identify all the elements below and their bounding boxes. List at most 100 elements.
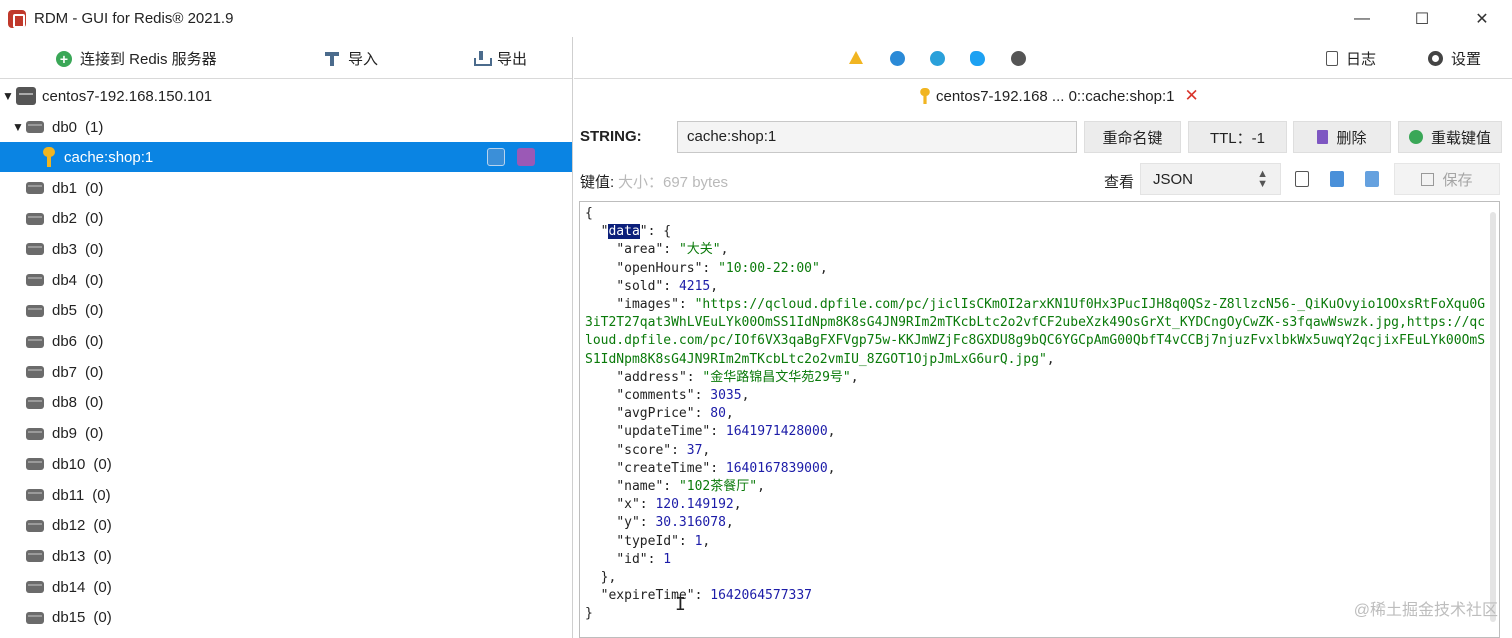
db-node[interactable]: db8 (0) [0,388,572,418]
help-icon[interactable] [890,51,905,66]
code-line: "updateTime": 1641971428000, [585,424,836,440]
json-value: "大关" [678,242,721,258]
code-line: "sold": 4215, [585,278,719,294]
json-key: score [624,442,664,458]
copy-key-icon[interactable] [487,148,505,166]
save-button[interactable]: 保存 [1394,163,1500,195]
value-size: 大小：697 bytes [618,174,729,191]
json-open-brace: { [585,206,593,221]
db-name: db6 [52,333,78,350]
delete-key-icon[interactable] [517,148,535,166]
import-button[interactable]: 导入 [324,48,378,69]
code-line: "createTime": 1640167839000, [585,460,836,476]
db-key-count: (0) [85,302,104,320]
db-key-count: (0) [85,363,104,381]
db-node[interactable]: db4 (0) [0,265,572,295]
database-icon [26,182,44,194]
db-key-count: (0) [93,517,112,535]
database-icon [26,212,44,225]
db-node[interactable]: db15 (0) [0,603,572,633]
db-key-count: (0) [92,486,111,504]
db-node[interactable]: db13 (0) [0,541,572,571]
code-format-icon[interactable] [1330,171,1344,187]
database-icon [26,121,44,133]
db-name: db9 [52,425,78,443]
database-icon [26,366,44,379]
export-button[interactable]: 导出 [473,48,527,69]
view-format-select[interactable]: JSON ▲ ▼ [1140,163,1281,195]
database-icon [26,243,44,256]
json-value: "10:00-22:00" [718,260,820,276]
db-node[interactable]: db12 (0) [0,511,572,541]
tab-label: centos7-192.168 ... 0::cache:shop:1 [936,87,1175,105]
key-tab[interactable]: centos7-192.168 ... 0::cache:shop:1 ✕ [918,86,1199,106]
json-value: "金华路锦昌文华苑29号" [702,369,851,385]
telegram-icon[interactable] [930,51,945,66]
watermark: @稀土掘金技术社区 [1353,602,1498,619]
ttl-button[interactable]: TTL：-1 [1188,121,1287,153]
server-node[interactable]: ▼ centos7-192.168.150.101 [0,81,572,111]
save-icon [1421,172,1435,186]
close-tab-icon[interactable]: ✕ [1185,86,1199,106]
settings-button[interactable]: 设置 [1428,48,1481,69]
db-name: db15 [52,609,86,627]
database-icon [26,427,44,440]
json-key: comments [624,388,687,404]
db-node[interactable]: db11 (0) [0,480,572,510]
database-icon [26,489,44,501]
db-name: db7 [52,363,78,381]
maximize-button[interactable]: ☐ [1392,0,1452,37]
delete-button[interactable]: 删除 [1293,121,1391,153]
code-line: "comments": 3035, [585,388,750,404]
db-node[interactable]: db3 (0) [0,234,572,264]
db-node[interactable]: db5 (0) [0,296,572,326]
db-key-count: (0) [85,210,104,228]
json-value: 1642064577337 [710,588,812,604]
json-key: area [624,242,656,258]
db-node[interactable]: db7 (0) [0,357,572,387]
json-value: 1 [663,551,672,567]
db-name: db2 [52,210,78,228]
expand-arrow-icon[interactable]: ▼ [2,89,14,103]
db-name: db3 [52,240,78,258]
json-code[interactable]: { "data": { "area": "大关", "openHours": "… [585,205,1490,624]
twitter-icon[interactable] [970,51,985,66]
db-node[interactable]: db1 (0) [0,173,572,203]
json-key: typeId [624,533,672,549]
close-button[interactable]: ✕ [1452,0,1512,37]
json-value: 80 [710,406,726,422]
minimize-button[interactable]: — [1332,0,1392,37]
database-icon [26,304,44,317]
db-node[interactable]: db9 (0) [0,419,572,449]
connect-server-button[interactable]: + 连接到 Redis 服务器 [56,48,217,69]
copy-icon[interactable] [1295,171,1309,187]
github-icon[interactable] [1011,51,1026,66]
code-line: "area": "大关", [585,242,729,258]
key-name-field[interactable]: cache:shop:1 [677,121,1077,153]
json-punct: : { [647,224,672,240]
key-header: STRING: cache:shop:1 重命名键 TTL：-1 删除 重载键值 [574,121,1512,153]
value-editor[interactable]: { "data": { "area": "大关", "openHours": "… [579,201,1500,638]
db-node[interactable]: db6 (0) [0,327,572,357]
database-icon [26,519,44,532]
reload-button[interactable]: 重载键值 [1398,121,1502,153]
expand-arrow-icon[interactable]: ▼ [12,120,24,134]
json-value: 1640167839000 [725,460,828,476]
json-value: 4215 [678,278,711,294]
code-line: "x": 120.149192, [585,497,742,513]
log-button[interactable]: 日志 [1326,48,1376,69]
vertical-scrollbar[interactable] [1490,212,1496,622]
db-node[interactable]: db14 (0) [0,572,572,602]
reload-icon [1408,130,1423,144]
document-icon[interactable] [1365,171,1379,187]
json-key: name [624,479,656,495]
db-node-db0[interactable]: ▼ db0 (1) [0,112,572,142]
key-node-selected[interactable]: cache:shop:1 [0,142,572,172]
server-name: centos7-192.168.150.101 [42,87,213,105]
warning-icon[interactable] [849,51,863,64]
connections-panel: + 连接到 Redis 服务器 导入 导出 ▼ centos7-192.168.… [0,37,573,638]
db-node[interactable]: db10 (0) [0,449,572,479]
rename-key-button[interactable]: 重命名键 [1084,121,1181,153]
db-node[interactable]: db2 (0) [0,204,572,234]
json-key: y [624,515,632,531]
